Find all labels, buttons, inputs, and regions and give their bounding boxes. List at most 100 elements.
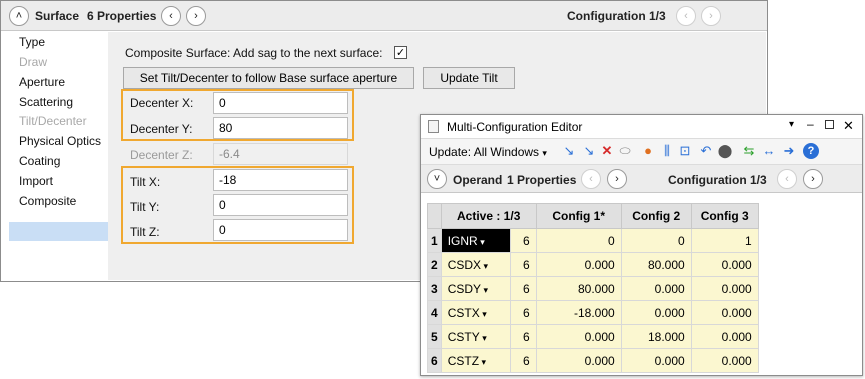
decenter-y-field[interactable]: 80 xyxy=(213,117,348,139)
collapse-operand-button[interactable]: ˅ xyxy=(427,169,447,189)
chevron-down-icon: ˅ xyxy=(433,173,441,185)
config3-cell[interactable]: 0.000 xyxy=(690,252,759,277)
minimize-icon[interactable]: – xyxy=(807,117,814,131)
config1-cell[interactable]: 0.000 xyxy=(535,252,622,277)
operand-type-cell[interactable]: CSTZ ▾ xyxy=(440,348,512,373)
config2-cell[interactable]: 0.000 xyxy=(620,276,692,301)
operand-param-cell[interactable]: 6 xyxy=(510,228,537,253)
tilt-y-field[interactable]: 0 xyxy=(213,194,348,216)
chevron-down-icon[interactable]: ▾ xyxy=(479,357,487,367)
operand-type-cell[interactable]: CSDY ▾ xyxy=(440,276,512,301)
table-row[interactable]: 5 CSTY ▾ 6 0.000 18.000 0.000 xyxy=(427,324,759,349)
chevron-right-icon: › xyxy=(194,10,198,22)
undo-icon[interactable]: ↶ xyxy=(698,143,714,159)
decenter-x-field[interactable]: 0 xyxy=(213,92,348,114)
config2-cell[interactable]: 0.000 xyxy=(620,300,692,325)
surface-sidebar: Type Draw Aperture Scattering Tilt/Decen… xyxy=(5,32,109,280)
sync-icon[interactable]: ⇆ xyxy=(741,143,757,159)
set-tilt-decenter-button[interactable]: Set Tilt/Decenter to follow Base surface… xyxy=(123,67,414,89)
settings-icon[interactable]: ● xyxy=(640,143,656,159)
sidebar-item-physical-optics[interactable]: Physical Optics xyxy=(19,132,101,150)
chevron-down-icon[interactable]: ▾ xyxy=(481,285,489,295)
column-header-config1[interactable]: Config 1* xyxy=(535,203,622,229)
update-tilt-button[interactable]: Update Tilt xyxy=(423,67,515,89)
chevron-right-icon: › xyxy=(811,173,815,185)
config1-cell[interactable]: -18.000 xyxy=(535,300,622,325)
table-row[interactable]: 6 CSTZ ▾ 6 0.000 0.000 0.000 xyxy=(427,348,759,373)
config2-cell[interactable]: 18.000 xyxy=(620,324,692,349)
row-number-text: 4 xyxy=(431,305,438,320)
sidebar-item-tilt-decenter[interactable]: Tilt/Decenter xyxy=(19,112,87,130)
prev-operand-button[interactable]: ‹ xyxy=(581,169,601,189)
decenter-x-label: Decenter X: xyxy=(130,96,194,110)
next-surface-button[interactable]: › xyxy=(186,6,206,26)
tilt-z-field[interactable]: 0 xyxy=(213,219,348,241)
sidebar-item-composite[interactable]: Composite xyxy=(19,192,76,210)
sidebar-item-type[interactable]: Type xyxy=(19,33,45,51)
chevron-down-icon[interactable]: ▾ xyxy=(480,309,487,319)
chevron-down-icon[interactable]: ▾ xyxy=(481,261,489,271)
next-operand-button[interactable]: › xyxy=(607,169,627,189)
insert-operand-icon[interactable]: ↘ xyxy=(561,143,577,159)
operand-param-cell[interactable]: 6 xyxy=(510,300,537,325)
config1-cell[interactable]: 0 xyxy=(535,228,622,253)
arrow-right-icon[interactable]: ➜ xyxy=(781,143,797,159)
config2-cell[interactable]: 80.000 xyxy=(620,252,692,277)
config2-cell[interactable]: 0.000 xyxy=(620,348,692,373)
expand-icon[interactable]: ↔ xyxy=(761,143,777,159)
operand-param-cell[interactable]: 6 xyxy=(510,324,537,349)
next-config-button[interactable]: › xyxy=(701,6,721,26)
table-row[interactable]: 3 CSDY ▾ 6 80.000 0.000 0.000 xyxy=(427,276,759,301)
mce-title: Multi-Configuration Editor xyxy=(447,120,583,134)
help-icon[interactable]: ? xyxy=(803,143,819,159)
operand-type-cell[interactable]: CSTY ▾ xyxy=(440,324,512,349)
operand-param-cell[interactable]: 6 xyxy=(510,276,537,301)
config1-cell[interactable]: 80.000 xyxy=(535,276,622,301)
insert-after-icon[interactable]: ↘ xyxy=(581,143,597,159)
mce-prev-config-button[interactable]: ‹ xyxy=(777,169,797,189)
column-header-active[interactable]: Active : 1/3 xyxy=(440,203,537,229)
composite-checkbox[interactable]: ✓ xyxy=(394,46,407,59)
chevron-down-icon[interactable]: ▾ xyxy=(480,333,487,343)
operand-param-cell[interactable]: 6 xyxy=(510,348,537,373)
dropdown-arrow-icon[interactable]: ▾ xyxy=(789,119,794,130)
operand-type-cell[interactable]: CSDX ▾ xyxy=(440,252,512,277)
table-row[interactable]: 1 IGNR ▾ 6 0 0 1 xyxy=(427,228,759,253)
collapse-button[interactable]: ˄ xyxy=(9,6,29,26)
close-icon[interactable]: ✕ xyxy=(843,118,854,134)
prev-config-button[interactable]: ‹ xyxy=(676,6,696,26)
config3-cell[interactable]: 0.000 xyxy=(690,276,759,301)
chevron-down-icon[interactable]: ▾ xyxy=(478,237,485,247)
eraser-icon[interactable]: ⬭ xyxy=(617,143,633,159)
sidebar-item-import[interactable]: Import xyxy=(19,172,53,190)
columns-icon[interactable]: ⫼ xyxy=(659,143,675,159)
config3-cell[interactable]: 0.000 xyxy=(690,300,759,325)
delete-operand-icon[interactable]: ✕ xyxy=(599,143,615,159)
sidebar-item-coating[interactable]: Coating xyxy=(19,152,60,170)
config1-cell[interactable]: 0.000 xyxy=(535,324,622,349)
tilt-x-field[interactable]: -18 xyxy=(213,169,348,191)
operand-type-cell-text: CSDY xyxy=(447,281,482,296)
mce-next-config-button[interactable]: › xyxy=(803,169,823,189)
table-row[interactable]: 2 CSDX ▾ 6 0.000 80.000 0.000 xyxy=(427,252,759,277)
chart-icon[interactable]: ⊡ xyxy=(677,143,693,159)
sidebar-item-draw[interactable]: Draw xyxy=(19,53,47,71)
operand-type-cell[interactable]: CSTX ▾ xyxy=(440,300,512,325)
operand-param-cell-text: 6 xyxy=(523,353,530,368)
config1-cell[interactable]: 0.000 xyxy=(535,348,622,373)
operand-param-cell[interactable]: 6 xyxy=(510,252,537,277)
operand-type-cell[interactable]: IGNR ▾ xyxy=(440,228,512,253)
maximize-icon[interactable] xyxy=(825,120,834,129)
sidebar-item-aperture[interactable]: Aperture xyxy=(19,73,65,91)
config3-cell[interactable]: 1 xyxy=(690,228,759,253)
table-row[interactable]: 4 CSTX ▾ 6 -18.000 0.000 0.000 xyxy=(427,300,759,325)
config3-cell[interactable]: 0.000 xyxy=(690,324,759,349)
sidebar-item-scattering[interactable]: Scattering xyxy=(19,93,73,111)
column-header-config3[interactable]: Config 3 xyxy=(690,203,759,229)
config3-cell[interactable]: 0.000 xyxy=(690,348,759,373)
prev-surface-button[interactable]: ‹ xyxy=(161,6,181,26)
toggle-icon[interactable]: ⬤ xyxy=(717,143,733,159)
config2-cell[interactable]: 0 xyxy=(620,228,692,253)
update-dropdown[interactable]: Update: All Windows ▾ xyxy=(429,145,547,159)
column-header-config2[interactable]: Config 2 xyxy=(620,203,692,229)
